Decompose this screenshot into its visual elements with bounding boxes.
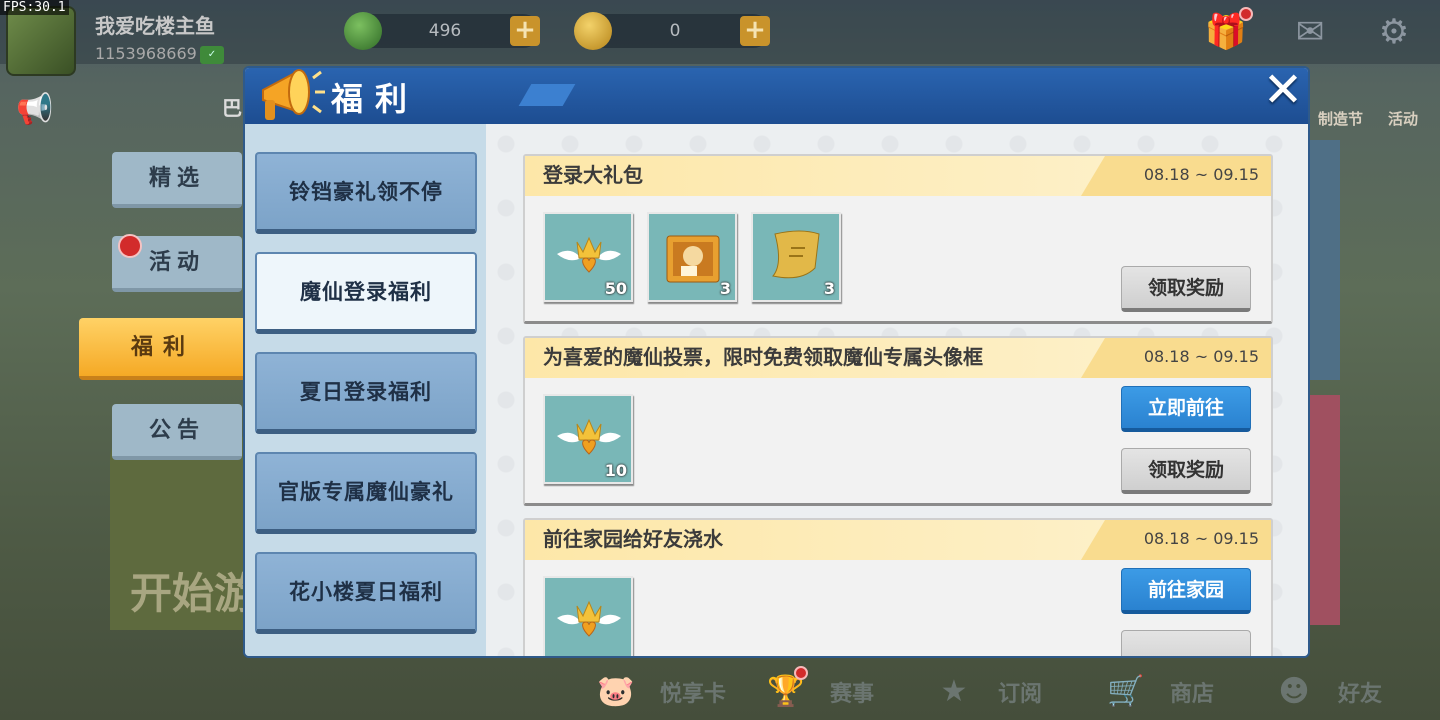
- go-homestead-button[interactable]: 前往家园: [1121, 568, 1251, 614]
- reward-item[interactable]: 10: [543, 394, 633, 484]
- card-header: 登录大礼包 08.18 ~ 09.15: [525, 156, 1271, 196]
- card-title: 登录大礼包: [543, 163, 643, 187]
- card-date: 08.18 ~ 09.15: [1143, 165, 1259, 184]
- side-label-activity[interactable]: 活动: [1388, 108, 1418, 129]
- nav-label: 赛事: [830, 682, 875, 707]
- reward-card: 登录大礼包 08.18 ~ 09.15 50 3 3 领取奖励: [523, 154, 1273, 324]
- pig-icon: 🐷: [597, 674, 635, 709]
- gold-coin-icon: [574, 12, 612, 50]
- user-id: 1153968669: [95, 44, 197, 63]
- claim-reward-button[interactable]: 领取奖励: [1121, 266, 1251, 312]
- reward-card: 前往家园给好友浇水 08.18 ~ 09.15 前往家园: [523, 518, 1273, 656]
- close-icon[interactable]: ✕: [1257, 68, 1308, 116]
- category-fairy-login[interactable]: 魔仙登录福利: [255, 252, 477, 334]
- currency-amount: 496: [428, 21, 462, 41]
- friend-icon: ☻: [1278, 674, 1310, 709]
- nav-label: 悦享卡: [660, 682, 727, 707]
- item-count: 50: [604, 279, 627, 298]
- winged-crown-heart-icon: [557, 600, 621, 637]
- nav-shop[interactable]: 🛒 商店: [1106, 670, 1214, 714]
- nav-friends[interactable]: ☻ 好友: [1274, 670, 1382, 714]
- star-icon: ★: [940, 674, 968, 709]
- claim-reward-button[interactable]: 领取奖励: [1121, 448, 1251, 494]
- avatar[interactable]: [6, 6, 76, 76]
- card-title: 前往家园给好友浇水: [543, 527, 723, 551]
- category-list: 铃铛豪礼领不停 魔仙登录福利 夏日登录福利 官版专属魔仙豪礼 花小楼夏日福利: [245, 124, 486, 656]
- gift-bag-icon: [666, 235, 720, 283]
- nav-vip-card[interactable]: 🐷 悦享卡: [596, 670, 726, 714]
- golden-scroll-icon: [772, 230, 820, 279]
- verified-badge: ✓: [200, 46, 224, 64]
- item-count: 3: [823, 279, 835, 298]
- currency-coins: 0 +: [574, 12, 770, 50]
- category-summer-login[interactable]: 夏日登录福利: [255, 352, 477, 434]
- add-coins-button[interactable]: +: [740, 16, 770, 46]
- nav-subscribe[interactable]: ★ 订阅: [934, 670, 1042, 714]
- card-header: 为喜爱的魔仙投票，限时免费领取魔仙专属头像框 08.18 ~ 09.15: [525, 338, 1271, 378]
- welfare-panel: 福利 ✕ 铃铛豪礼领不停 魔仙登录福利 夏日登录福利 官版专属魔仙豪礼 花小楼夏…: [243, 66, 1310, 658]
- card-date: 08.18 ~ 09.15: [1143, 347, 1259, 366]
- tab-welfare[interactable]: 福利: [79, 318, 247, 380]
- nav-label: 好友: [1338, 682, 1383, 707]
- start-game-label[interactable]: 开始游: [130, 560, 256, 621]
- notification-dot: [1239, 7, 1253, 21]
- username: 我爱吃楼主鱼: [95, 14, 215, 38]
- reward-item[interactable]: [543, 576, 633, 656]
- currency-gems: 496 +: [344, 12, 540, 50]
- nav-events[interactable]: 🏆 赛事: [766, 670, 874, 714]
- winged-crown-heart-icon: [557, 418, 621, 455]
- events-badge: [794, 666, 808, 680]
- nav-label: 订阅: [998, 682, 1043, 707]
- reward-item[interactable]: 50: [543, 212, 633, 302]
- tab-announcement[interactable]: 公告: [112, 404, 242, 460]
- mail-icon[interactable]: ✉: [1288, 12, 1332, 52]
- category-bell-gifts[interactable]: 铃铛豪礼领不停: [255, 152, 477, 234]
- megaphone-icon[interactable]: 📢: [16, 92, 53, 127]
- card-title: 为喜爱的魔仙投票，限时免费领取魔仙专属头像框: [543, 345, 983, 369]
- go-now-button[interactable]: 立即前往: [1121, 386, 1251, 432]
- header-stripe: [518, 84, 576, 106]
- megaphone-icon: [262, 69, 325, 120]
- reward-item[interactable]: 3: [647, 212, 737, 302]
- reward-item[interactable]: 3: [751, 212, 841, 302]
- currency-amount: 0: [669, 21, 681, 41]
- panel-title: 福利: [331, 80, 420, 118]
- bottom-nav: 🐷 悦享卡 🏆 赛事 ★ 订阅 🛒 商店 ☻ 好友: [560, 662, 1440, 720]
- gear-icon[interactable]: ⚙: [1372, 12, 1416, 52]
- green-gem-icon: [344, 12, 382, 50]
- tab-featured[interactable]: 精选: [112, 152, 242, 208]
- item-count: 10: [604, 461, 627, 480]
- add-gems-button[interactable]: +: [510, 16, 540, 46]
- reward-list[interactable]: 登录大礼包 08.18 ~ 09.15 50 3 3 领取奖励 为喜爱的魔仙投票…: [486, 124, 1308, 656]
- cart-icon: 🛒: [1107, 674, 1145, 709]
- claim-reward-button-partial[interactable]: [1121, 630, 1251, 656]
- reward-card: 为喜爱的魔仙投票，限时免费领取魔仙专属头像框 08.18 ~ 09.15 10 …: [523, 336, 1273, 506]
- winged-crown-heart-icon: [557, 236, 621, 273]
- partial-label: 巴: [222, 96, 242, 120]
- card-header: 前往家园给好友浇水 08.18 ~ 09.15: [525, 520, 1271, 560]
- nav-label: 商店: [1170, 682, 1215, 707]
- card-date: 08.18 ~ 09.15: [1143, 529, 1259, 548]
- category-official-fairy-gifts[interactable]: 官版专属魔仙豪礼: [255, 452, 477, 534]
- side-label-festival[interactable]: 制造节: [1318, 108, 1363, 129]
- category-huaxiaolou-summer[interactable]: 花小楼夏日福利: [255, 552, 477, 634]
- panel-header: 福利 ✕: [245, 68, 1308, 124]
- activity-badge: [118, 234, 142, 258]
- fps-counter: FPS:30.1: [0, 0, 69, 15]
- item-count: 3: [719, 279, 731, 298]
